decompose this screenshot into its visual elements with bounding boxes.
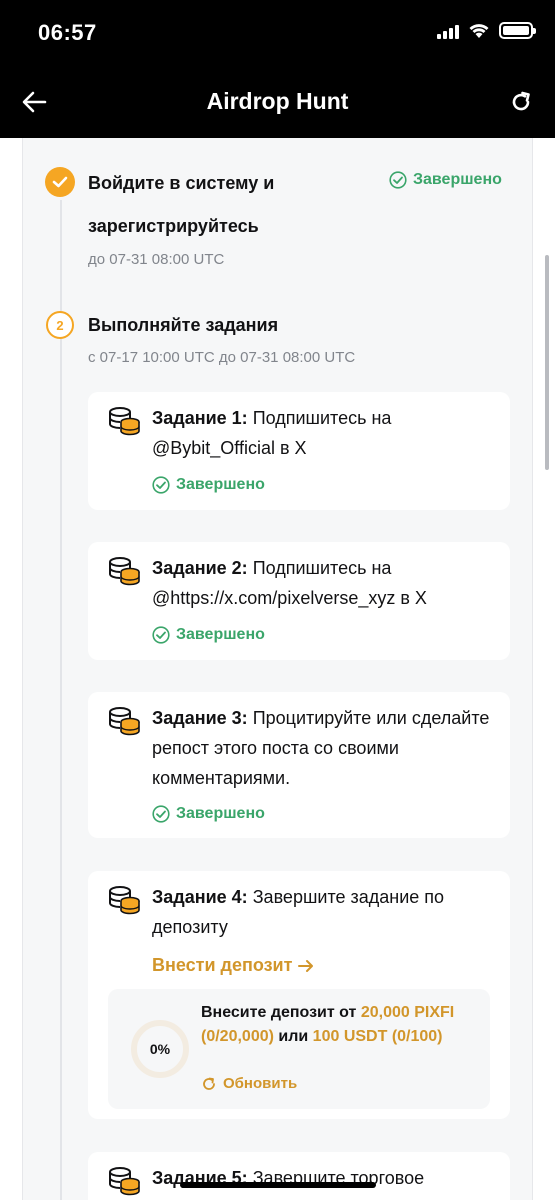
check-circle-icon [152,626,170,644]
top-bar: 06:57 Airdrop Hunt [0,0,555,138]
refresh-icon [203,1077,215,1090]
task-1-text: Задание 1: Подпишитесь на @Bybit_Officia… [152,403,496,463]
progress-percent: 0% [149,1041,171,1057]
task-label: Задание 4: [152,887,248,907]
home-indicator [180,1182,376,1188]
check-circle-icon [389,171,407,189]
step-2-date: с 07-17 10:00 UTC до 07-31 08:00 UTC [88,349,356,366]
task-label: Задание 3: [152,708,248,728]
deposit-requirement-text: Внесите депозит от 20,000 PIXFI (0/20,00… [201,1001,481,1049]
step-1-date: до 07-31 08:00 UTC [88,251,225,268]
check-icon [52,176,68,188]
deposit-or: или [273,1028,313,1045]
step-number-badge: 2 [46,311,74,339]
task-label: Задание 2: [152,558,248,578]
coins-icon [109,886,140,915]
check-circle-icon [152,805,170,823]
task-2-status: Завершено [152,626,265,644]
coins-icon [109,557,140,586]
status-label: Завершено [176,626,265,643]
task-card-1: Задание 1: Подпишитесь на @Bybit_Officia… [88,392,510,510]
deposit-amount-usdt: 100 USDT (0/100) [312,1028,443,1045]
task-label: Задание 1: [152,408,248,428]
task-card-2: Задание 2: Подпишитесь на @https://x.com… [88,542,510,660]
wifi-icon [469,23,489,38]
task-2-text: Задание 2: Подпишитесь на @https://x.com… [152,553,496,613]
coins-icon [109,407,140,436]
update-label: Обновить [223,1075,298,1092]
refresh-button[interactable] [505,86,537,118]
cellular-signal-icon [437,23,459,39]
page-title: Airdrop Hunt [206,88,349,114]
deposit-link[interactable]: Внести депозит [152,955,314,976]
check-circle-icon [152,476,170,494]
task-1-status: Завершено [152,476,265,494]
task-3-text: Задание 3: Процитируйте или сделайте реп… [152,703,496,793]
scrollbar[interactable] [545,255,549,470]
task-3-status: Завершено [152,805,265,823]
deposit-prefix: Внесите депозит от [201,1004,361,1021]
task-card-5: Задание 5: Завершите торговое [88,1152,510,1200]
step-1-title-line2: зарегистрируйтесь [88,216,259,236]
step-1-status: Завершено [389,171,502,189]
step-completed-badge [45,167,75,197]
status-label: Завершено [413,171,502,188]
deposit-link-label: Внести депозит [152,955,293,975]
step-1-title-line1: Войдите в систему и [88,173,275,193]
coins-icon [109,707,140,736]
status-icons [437,22,536,39]
status-label: Завершено [176,476,265,493]
task-4-text: Задание 4: Завершите задание по депозиту [152,882,496,942]
battery-icon [499,22,536,39]
status-label: Завершено [176,805,265,822]
coins-icon [109,1167,140,1196]
task-card-4: Задание 4: Завершите задание по депозиту… [88,871,510,1119]
update-button[interactable]: Обновить [201,1075,297,1092]
status-time: 06:57 [38,20,97,45]
task-5-text: Задание 5: Завершите торговое [152,1163,496,1193]
step-2-title: Выполняйте задания [88,315,279,335]
arrow-right-icon [298,959,314,972]
task-card-3: Задание 3: Процитируйте или сделайте реп… [88,692,510,838]
deposit-progress-box: 0% Внесите депозит от 20,000 PIXFI (0/20… [108,989,490,1109]
refresh-icon [512,91,530,111]
timeline-line [60,200,62,1200]
